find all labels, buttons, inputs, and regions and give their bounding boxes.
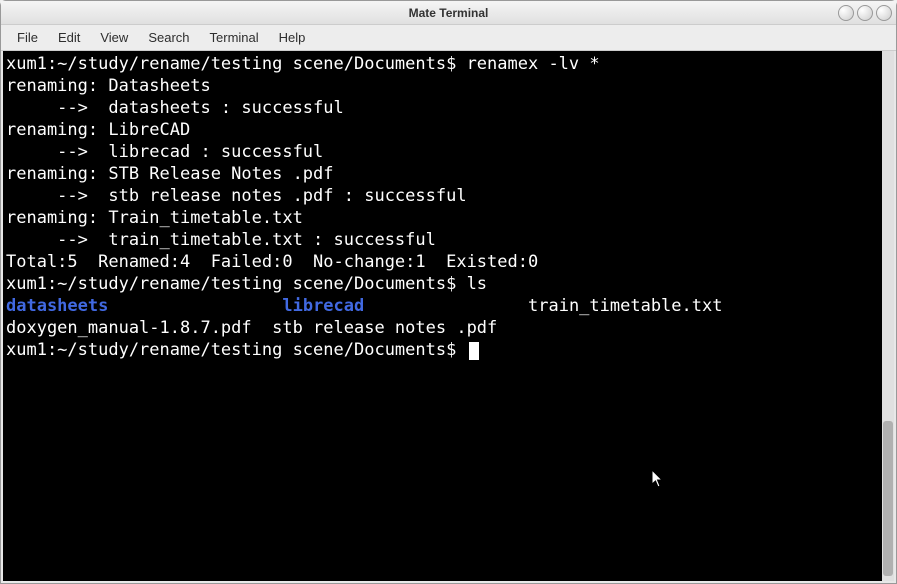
- terminal-line: --> stb release notes .pdf : successful: [6, 185, 891, 207]
- terminal-content[interactable]: xum1:~/study/rename/testing scene/Docume…: [3, 51, 894, 581]
- terminal-text: renaming: LibreCAD: [6, 120, 190, 140]
- terminal-line: renaming: Datasheets: [6, 75, 891, 97]
- terminal-text: xum1:~/study/rename/testing scene/Docume…: [6, 54, 600, 74]
- terminal-text: train_timetable.txt: [364, 296, 722, 316]
- terminal-text: datasheets: [6, 296, 108, 316]
- terminal-line: Total:5 Renamed:4 Failed:0 No-change:1 E…: [6, 251, 891, 273]
- maximize-button[interactable]: [857, 5, 873, 21]
- menu-file[interactable]: File: [7, 27, 48, 48]
- terminal-text: doxygen_manual-1.8.7.pdf stb release not…: [6, 318, 497, 338]
- window-controls: [838, 5, 892, 21]
- terminal-text: xum1:~/study/rename/testing scene/Docume…: [6, 340, 467, 360]
- menu-help[interactable]: Help: [269, 27, 316, 48]
- terminal-text: Total:5 Renamed:4 Failed:0 No-change:1 E…: [6, 252, 538, 272]
- terminal-line: renaming: Train_timetable.txt: [6, 207, 891, 229]
- terminal-line: xum1:~/study/rename/testing scene/Docume…: [6, 339, 891, 361]
- terminal-line: xum1:~/study/rename/testing scene/Docume…: [6, 273, 891, 295]
- terminal-line: renaming: STB Release Notes .pdf: [6, 163, 891, 185]
- menu-view[interactable]: View: [90, 27, 138, 48]
- terminal-line: renaming: LibreCAD: [6, 119, 891, 141]
- terminal-line: doxygen_manual-1.8.7.pdf stb release not…: [6, 317, 891, 339]
- terminal-text: xum1:~/study/rename/testing scene/Docume…: [6, 274, 487, 294]
- close-button[interactable]: [876, 5, 892, 21]
- cursor-icon: [652, 470, 666, 490]
- terminal-cursor: [469, 342, 479, 360]
- terminal-text: --> datasheets : successful: [6, 98, 344, 118]
- terminal-text: renaming: STB Release Notes .pdf: [6, 164, 334, 184]
- terminal-line: --> train_timetable.txt : successful: [6, 229, 891, 251]
- terminal-line: --> librecad : successful: [6, 141, 891, 163]
- terminal-text: --> train_timetable.txt : successful: [6, 230, 436, 250]
- terminal-window: Mate Terminal File Edit View Search Term…: [0, 0, 897, 584]
- terminal-text: librecad: [282, 296, 364, 316]
- window-title: Mate Terminal: [409, 6, 489, 20]
- terminal-text: --> stb release notes .pdf : successful: [6, 186, 467, 206]
- menu-terminal[interactable]: Terminal: [200, 27, 269, 48]
- titlebar[interactable]: Mate Terminal: [1, 1, 896, 25]
- menu-search[interactable]: Search: [138, 27, 199, 48]
- menubar: File Edit View Search Terminal Help: [1, 25, 896, 51]
- scrollbar-thumb[interactable]: [883, 421, 893, 576]
- scrollbar[interactable]: [882, 51, 894, 581]
- terminal-line: datasheets librecad train_timetable.txt: [6, 295, 891, 317]
- terminal-line: --> datasheets : successful: [6, 97, 891, 119]
- terminal-line: xum1:~/study/rename/testing scene/Docume…: [6, 53, 891, 75]
- menu-edit[interactable]: Edit: [48, 27, 90, 48]
- terminal-text: renaming: Train_timetable.txt: [6, 208, 303, 228]
- minimize-button[interactable]: [838, 5, 854, 21]
- terminal-text: --> librecad : successful: [6, 142, 323, 162]
- terminal-text: renaming: Datasheets: [6, 76, 211, 96]
- terminal-text: [108, 296, 282, 316]
